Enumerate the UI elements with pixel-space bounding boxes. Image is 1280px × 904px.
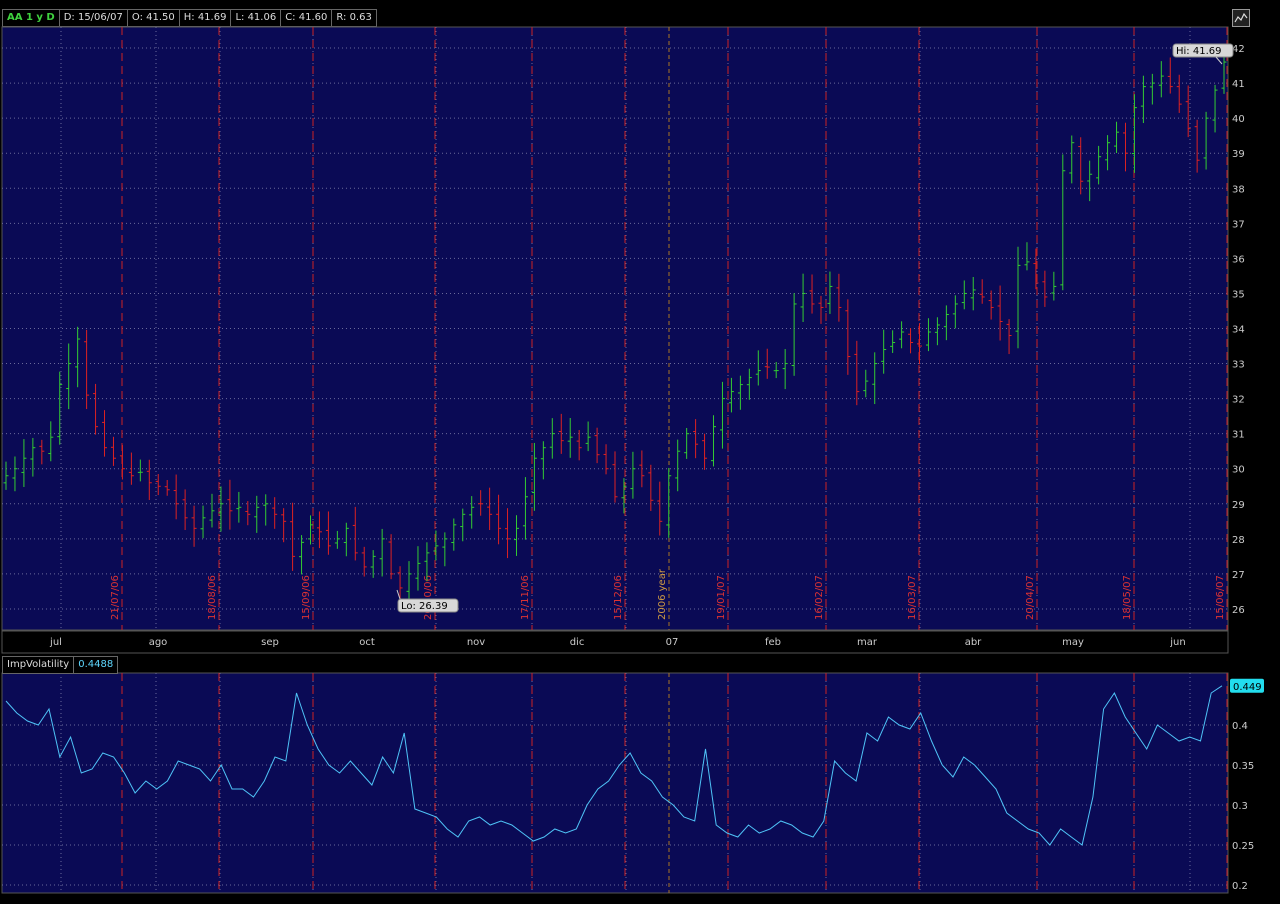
price-tick-label: 28 bbox=[1232, 535, 1245, 546]
month-label: jun bbox=[1169, 637, 1185, 648]
volatility-tick-label: 0.3 bbox=[1232, 801, 1248, 812]
price-tick-label: 29 bbox=[1232, 500, 1245, 511]
separator-label: 18/08/06 bbox=[207, 575, 218, 620]
volatility-tick-label: 0.35 bbox=[1232, 761, 1254, 772]
month-label: sep bbox=[261, 637, 279, 648]
volatility-panel bbox=[1, 672, 1229, 894]
month-label: 07 bbox=[666, 637, 679, 648]
price-tick-label: 36 bbox=[1232, 254, 1245, 265]
separator-label: 16/03/07 bbox=[907, 575, 918, 620]
month-label: mar bbox=[857, 637, 878, 648]
price-tick-label: 35 bbox=[1232, 289, 1245, 300]
separator-label: 21/07/06 bbox=[110, 575, 121, 620]
price-tick-label: 40 bbox=[1232, 114, 1245, 125]
separator-label: 15/12/06 bbox=[613, 575, 624, 620]
month-label: feb bbox=[765, 637, 781, 648]
indicator-header: ImpVolatility 0.4488 bbox=[2, 656, 119, 674]
volatility-tick-label: 0.2 bbox=[1232, 881, 1248, 892]
price-tick-label: 41 bbox=[1232, 79, 1245, 90]
chart-canvas: 26 27 28 29 30 31 32 33 34 35 36 37 38 39 40 41 42 0.2 0.2… bbox=[1, 26, 1264, 894]
price-tick-label: 37 bbox=[1232, 219, 1245, 230]
separator-label: 17/11/06 bbox=[520, 575, 531, 620]
price-tick-label: 34 bbox=[1232, 325, 1245, 336]
price-tick-label: 30 bbox=[1232, 465, 1245, 476]
price-tick-label: 33 bbox=[1232, 360, 1245, 371]
month-label: dic bbox=[570, 637, 585, 648]
separator-label: 2006 year bbox=[657, 568, 668, 620]
separator-label: 16/02/07 bbox=[814, 575, 825, 620]
price-tick-label: 27 bbox=[1232, 570, 1245, 581]
separator-label: 20/10/06 bbox=[423, 575, 434, 620]
separator-label: 15/09/06 bbox=[301, 575, 312, 620]
month-label: oct bbox=[359, 637, 375, 648]
price-tick-label: 38 bbox=[1232, 184, 1245, 195]
separator-label: 15/06/07 bbox=[1215, 575, 1226, 620]
month-label: jul bbox=[49, 637, 62, 648]
price-tick-label: 39 bbox=[1232, 149, 1245, 160]
separator-label: 18/05/07 bbox=[1122, 575, 1133, 620]
indicator-value: 0.4488 bbox=[73, 656, 119, 674]
month-label: nov bbox=[467, 637, 485, 648]
price-tick-label: 42 bbox=[1232, 44, 1245, 55]
month-label: abr bbox=[965, 637, 982, 648]
month-label: may bbox=[1062, 637, 1084, 648]
lo-marker: Lo: 26.39 bbox=[401, 601, 448, 612]
price-tick-label: 26 bbox=[1232, 605, 1245, 616]
price-tick-label: 31 bbox=[1232, 430, 1245, 441]
volatility-tick-label: 0.25 bbox=[1232, 841, 1254, 852]
indicator-name[interactable]: ImpVolatility bbox=[2, 656, 75, 674]
hi-marker: Hi: 41.69 bbox=[1176, 46, 1221, 57]
separator-label: 19/01/07 bbox=[716, 575, 727, 620]
volatility-last-label: 0.449 bbox=[1233, 682, 1262, 693]
volatility-tick-label: 0.4 bbox=[1232, 721, 1248, 732]
separator-label: 20/04/07 bbox=[1025, 575, 1036, 620]
price-tick-label: 32 bbox=[1232, 395, 1245, 406]
time-axis bbox=[1, 630, 1229, 654]
month-label: ago bbox=[149, 637, 168, 648]
